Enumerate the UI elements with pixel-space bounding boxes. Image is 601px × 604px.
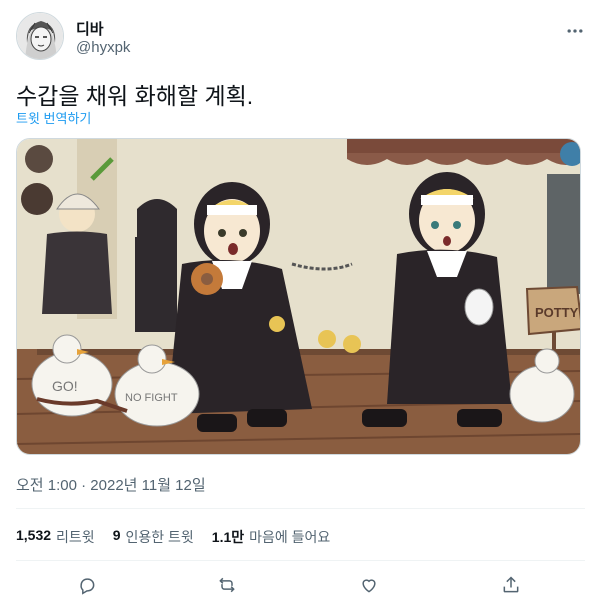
- divider: [16, 508, 585, 509]
- heart-icon[interactable]: [356, 572, 382, 598]
- retweet-icon[interactable]: [214, 572, 240, 598]
- likes-label: 마음에 들어요: [249, 529, 331, 545]
- tweet-text: 수갑을 채워 화해할 계획.: [16, 83, 254, 109]
- retweets-stat[interactable]: 1,532 리트윗: [16, 527, 95, 547]
- user-handle[interactable]: @hyxpk: [76, 39, 130, 56]
- quote-tweets-stat[interactable]: 9 인용한 트윗: [113, 527, 194, 547]
- duck-left-text: GO!: [52, 378, 78, 394]
- duck-right-text: NO FIGHT: [125, 392, 178, 404]
- quote-tweets-label: 인용한 트윗: [125, 529, 194, 545]
- tweet-actions: [16, 572, 585, 598]
- translate-tweet-link[interactable]: 트윗 번역하기: [16, 108, 91, 127]
- avatar[interactable]: [16, 12, 64, 60]
- potty-sign-text: POTTY: [535, 305, 579, 320]
- tweet-stats: 1,532 리트윗 9 인용한 트윗 1.1만 마음에 들어요: [16, 527, 330, 547]
- tweet-timestamp[interactable]: 오전 1:00 · 2022년 11월 12일: [16, 474, 206, 495]
- tweet-image[interactable]: POTTY GO! NO FIGHT: [16, 138, 581, 455]
- divider: [16, 560, 585, 561]
- likes-stat[interactable]: 1.1만 마음에 들어요: [212, 527, 331, 547]
- likes-count: 1.1만: [211, 529, 245, 545]
- more-horizontal-icon[interactable]: [564, 20, 586, 42]
- quote-tweets-count: 9: [112, 527, 121, 543]
- retweets-count: 1,532: [16, 527, 52, 543]
- tweet-header: 디바 @hyxpk: [16, 12, 586, 62]
- share-icon[interactable]: [498, 572, 524, 598]
- display-name[interactable]: 디바: [76, 18, 104, 39]
- reply-icon[interactable]: [74, 572, 100, 598]
- retweets-label: 리트윗: [56, 529, 95, 545]
